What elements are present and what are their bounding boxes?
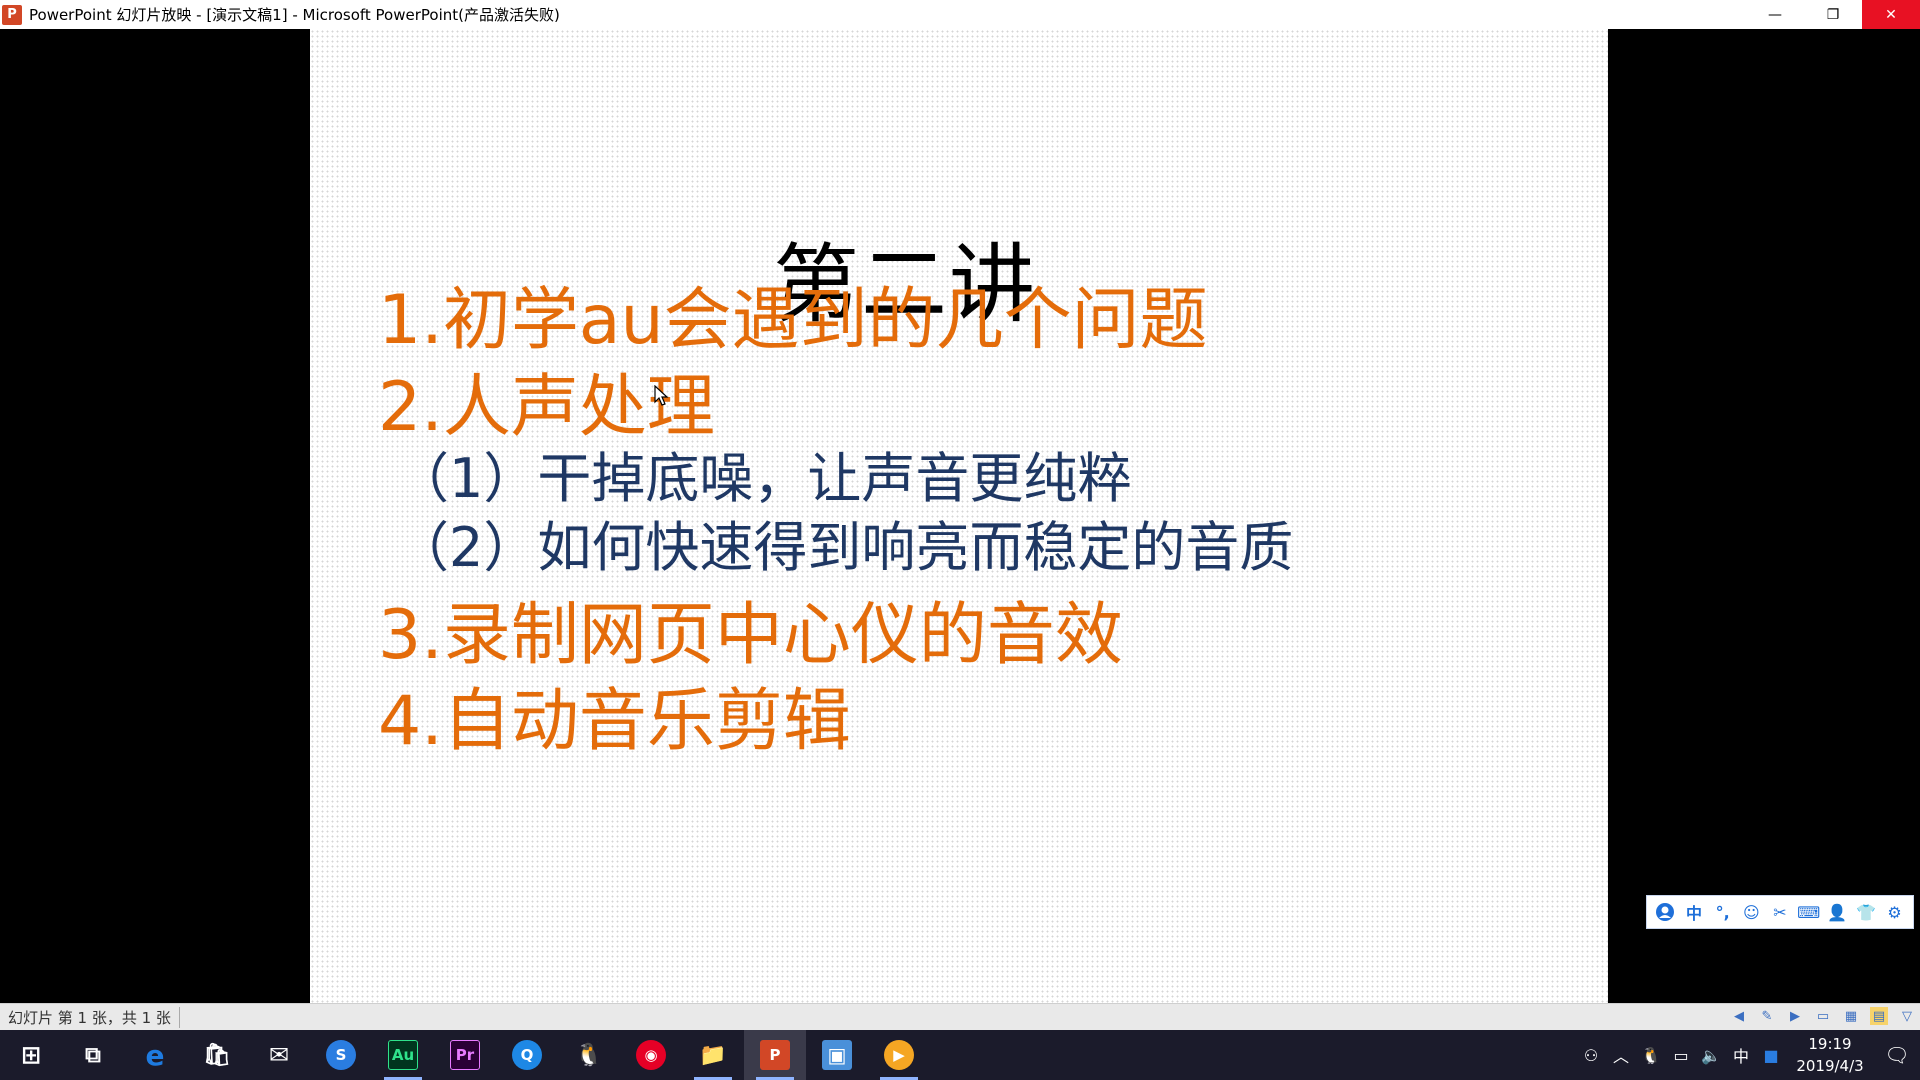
pen-icon[interactable]: ✎	[1758, 1007, 1776, 1025]
browser-icon: Q	[512, 1040, 542, 1070]
clock-time: 19:19	[1808, 1035, 1852, 1053]
taskbar-browser[interactable]: Q	[496, 1030, 558, 1080]
close-button[interactable]: ✕	[1862, 0, 1920, 29]
sogou-tray-icon[interactable]: ■	[1756, 1030, 1786, 1080]
taskbar-netease-music[interactable]: ◉	[620, 1030, 682, 1080]
powerpoint-icon: P	[760, 1040, 790, 1070]
taskbar-qq[interactable]: 🐧	[558, 1030, 620, 1080]
system-tray: ⚇ ︿ 🐧 ▭ 🔈 中 ■ 19:19 2019/4/3 🗨	[1576, 1030, 1920, 1080]
start-button[interactable]: ⊞	[0, 1030, 62, 1080]
task-view-button[interactable]: ⧉	[62, 1030, 124, 1080]
slideshow-view-icon[interactable]: ▽	[1898, 1007, 1916, 1025]
slide-subitem-2: （2）如何快速得到响亮而稳定的音质	[395, 516, 1294, 579]
slide-item-1: 1.初学au会遇到的几个问题	[378, 281, 1208, 360]
statusbar: 幻灯片 第 1 张，共 1 张 ◀ ✎ ▶ ▭ ▦ ▤ ▽	[0, 1003, 1920, 1030]
person-icon[interactable]: 👤	[1826, 901, 1848, 923]
premiere-icon: Pr	[450, 1040, 480, 1070]
statusbar-controls: ◀ ✎ ▶ ▭ ▦ ▤ ▽	[1730, 1007, 1916, 1025]
battery-icon[interactable]: ▭	[1666, 1030, 1696, 1080]
settings-icon[interactable]: ⚙	[1884, 901, 1906, 923]
ime-toolbar[interactable]: 中 °, ☺ ✂ ⌨ 👤 👕 ⚙	[1646, 895, 1914, 929]
taskbar-premiere[interactable]: Pr	[434, 1030, 496, 1080]
people-icon[interactable]: ⚇	[1576, 1030, 1606, 1080]
ime-indicator[interactable]: 中	[1726, 1030, 1756, 1080]
folder-icon: 📁	[699, 1042, 727, 1068]
sogou-icon: S	[326, 1040, 356, 1070]
audition-icon: Au	[388, 1040, 418, 1070]
powerpoint-app-icon[interactable]: P	[2, 4, 22, 25]
slide-count: 幻灯片 第 1 张，共 1 张	[8, 1006, 180, 1028]
normal-view-icon[interactable]: ▭	[1814, 1007, 1832, 1025]
window-titlebar: P PowerPoint 幻灯片放映 - [演示文稿1] - Microsoft…	[0, 0, 1920, 29]
volume-icon[interactable]: 🔈	[1696, 1030, 1726, 1080]
notification-icon[interactable]: 🗨	[1874, 1030, 1920, 1080]
skin-icon[interactable]: 👕	[1855, 901, 1877, 923]
minimize-button[interactable]: —	[1746, 0, 1804, 29]
next-slide-icon[interactable]: ▶	[1786, 1007, 1804, 1025]
window-title: PowerPoint 幻灯片放映 - [演示文稿1] - Microsoft P…	[29, 6, 560, 24]
taskbar-control-panel[interactable]: ▣	[806, 1030, 868, 1080]
slide-subitem-1: （1）干掉底噪，让声音更纯粹	[395, 447, 1132, 510]
control-panel-icon: ▣	[822, 1040, 852, 1070]
netease-music-icon: ◉	[636, 1040, 666, 1070]
taskbar-edge[interactable]: e	[124, 1030, 186, 1080]
previous-slide-icon[interactable]: ◀	[1730, 1007, 1748, 1025]
mail-icon: ✉	[268, 1041, 290, 1069]
user-icon[interactable]	[1654, 901, 1676, 923]
reading-view-icon[interactable]: ▤	[1870, 1007, 1888, 1025]
slide-sorter-icon[interactable]: ▦	[1842, 1007, 1860, 1025]
chinese-mode-icon[interactable]: 中	[1683, 901, 1705, 923]
mouse-cursor-icon	[654, 385, 669, 406]
slideshow-stage[interactable]: 第二讲 1.初学au会遇到的几个问题 2.人声处理 （1）干掉底噪，让声音更纯粹…	[0, 29, 1920, 1003]
slide-item-4: 4.自动音乐剪辑	[378, 682, 851, 761]
scissors-icon[interactable]: ✂	[1769, 901, 1791, 923]
window-controls: — ❐ ✕	[1746, 0, 1920, 29]
chevron-up-icon[interactable]: ︿	[1606, 1030, 1636, 1080]
taskbar-powerpoint[interactable]: P	[744, 1030, 806, 1080]
taskbar-media[interactable]: ▶	[868, 1030, 930, 1080]
taskbar: ⊞ ⧉ e 🛍 ✉ S Au Pr Q 🐧 ◉ 📁 P ▣ ▶ ⚇ ︿ 🐧 ▭ …	[0, 1030, 1920, 1080]
edge-icon: e	[145, 1038, 165, 1072]
qq-icon: 🐧	[575, 1042, 603, 1068]
slide[interactable]: 第二讲 1.初学au会遇到的几个问题 2.人声处理 （1）干掉底噪，让声音更纯粹…	[310, 29, 1608, 1003]
slide-item-3: 3.录制网页中心仪的音效	[378, 596, 1123, 675]
task-view-icon: ⧉	[85, 1042, 101, 1068]
keyboard-icon[interactable]: ⌨	[1797, 901, 1820, 923]
store-icon: 🛍	[203, 1042, 231, 1068]
taskbar-file-explorer[interactable]: 📁	[682, 1030, 744, 1080]
media-player-icon: ▶	[884, 1040, 914, 1070]
taskbar-store[interactable]: 🛍	[186, 1030, 248, 1080]
windows-icon: ⊞	[20, 1041, 42, 1069]
clock-date: 2019/4/3	[1796, 1057, 1864, 1075]
taskbar-mail[interactable]: ✉	[248, 1030, 310, 1080]
punctuation-icon[interactable]: °,	[1712, 901, 1734, 923]
qq-tray-icon[interactable]: 🐧	[1636, 1030, 1666, 1080]
taskbar-audition[interactable]: Au	[372, 1030, 434, 1080]
emoji-icon[interactable]: ☺	[1740, 901, 1762, 923]
clock[interactable]: 19:19 2019/4/3	[1786, 1033, 1874, 1077]
taskbar-sogou[interactable]: S	[310, 1030, 372, 1080]
restore-button[interactable]: ❐	[1804, 0, 1862, 29]
